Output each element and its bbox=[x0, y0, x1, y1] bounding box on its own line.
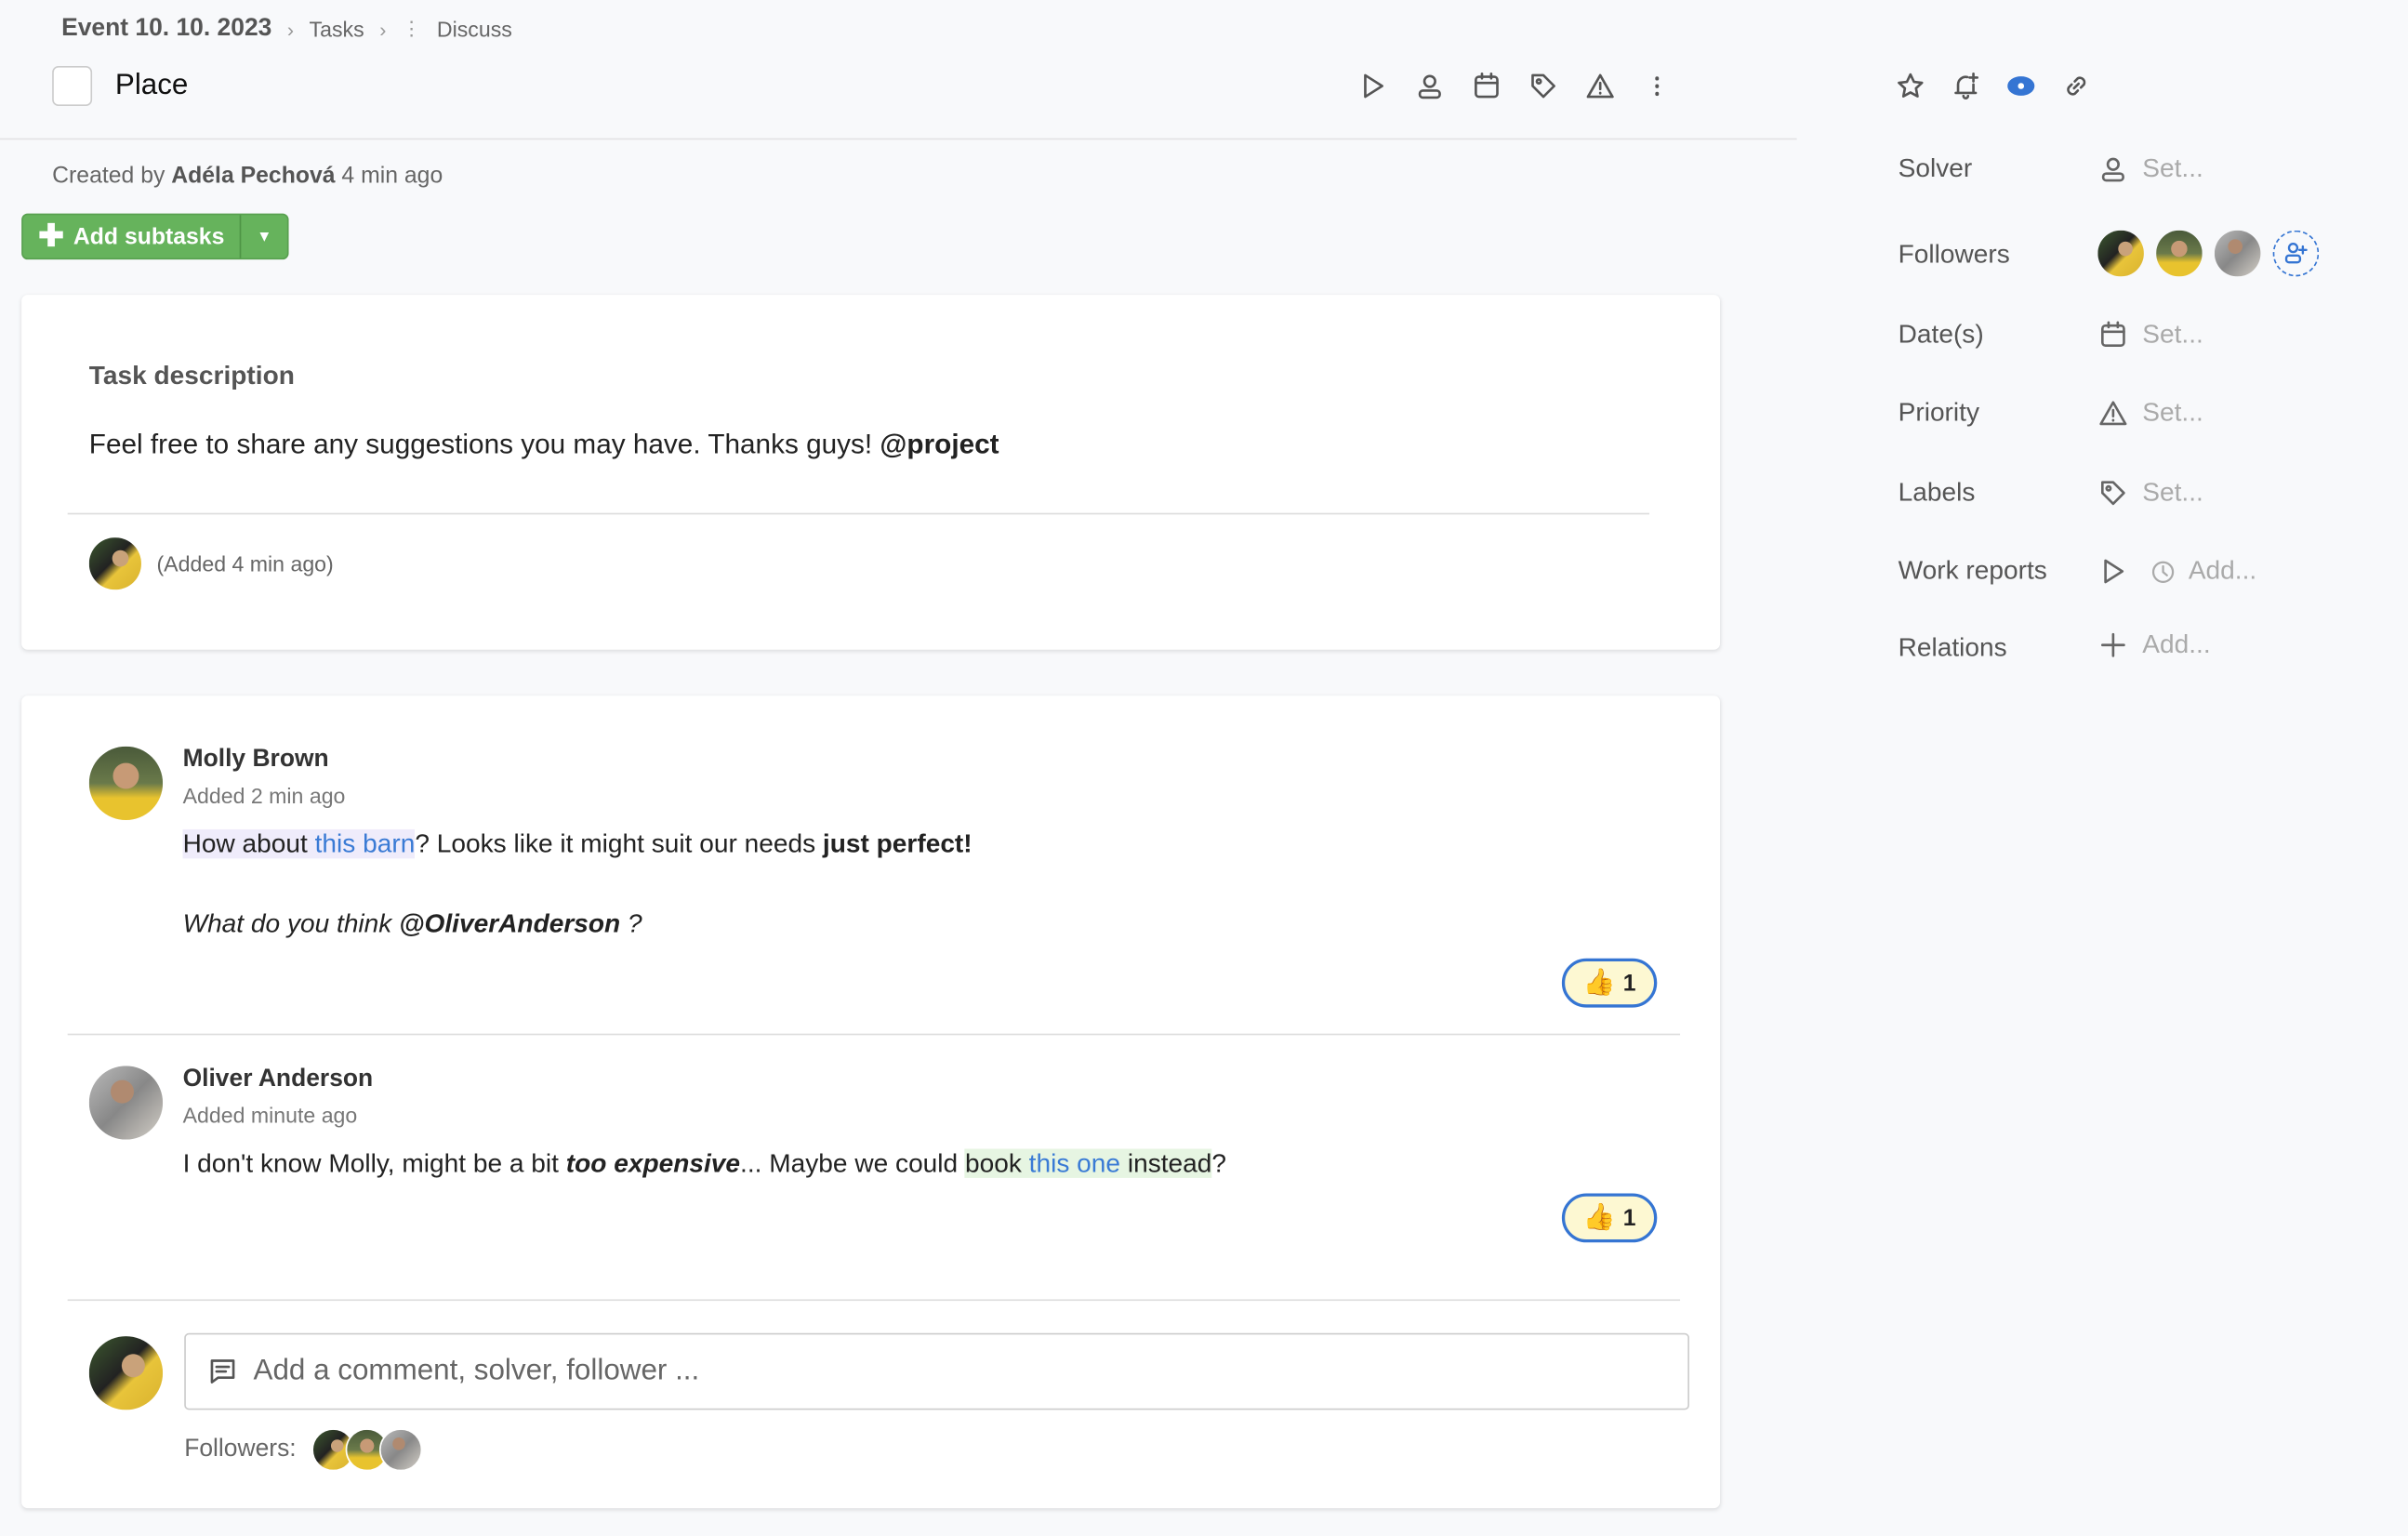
task-toolbar bbox=[1357, 71, 1673, 101]
add-subtasks-button[interactable]: ✚ Add subtasks ▼ bbox=[21, 213, 289, 260]
comment-link[interactable]: this one bbox=[1029, 1149, 1120, 1178]
comment-author: Oliver Anderson bbox=[182, 1066, 374, 1092]
user-plus-icon bbox=[2282, 240, 2310, 268]
follower-avatar[interactable] bbox=[2214, 230, 2261, 277]
user-icon[interactable] bbox=[1414, 71, 1445, 101]
tag-icon[interactable] bbox=[1528, 71, 1559, 101]
priority-set[interactable]: Set... bbox=[2097, 398, 2203, 429]
labels-label: Labels bbox=[1898, 477, 1976, 508]
user-icon bbox=[2097, 153, 2128, 184]
comment-link[interactable]: this barn bbox=[315, 829, 416, 858]
bell-plus-icon[interactable] bbox=[1951, 71, 1981, 101]
mention[interactable]: @OliverAnderson bbox=[399, 909, 620, 938]
thumbs-up-reaction[interactable]: 👍 1 bbox=[1561, 1193, 1658, 1243]
chevron-right-icon: › bbox=[286, 17, 295, 41]
dates-label: Date(s) bbox=[1898, 319, 1984, 349]
task-title[interactable]: Place bbox=[115, 69, 189, 102]
avatar bbox=[88, 537, 141, 590]
comment-icon bbox=[207, 1357, 238, 1387]
comments-card: Molly Brown Added 2 min ago How about th… bbox=[21, 695, 1721, 1509]
priority-label: Priority bbox=[1898, 397, 1980, 428]
followers-label: Followers: bbox=[184, 1436, 297, 1463]
more-vertical-icon[interactable]: ⋮ bbox=[402, 17, 421, 41]
description-heading: Task description bbox=[88, 361, 295, 391]
divider bbox=[67, 1033, 1681, 1036]
task-description-card: Task description Feel free to share any … bbox=[21, 295, 1721, 650]
play-icon[interactable] bbox=[1357, 71, 1388, 101]
eye-icon[interactable] bbox=[2005, 71, 2036, 101]
calendar-icon[interactable] bbox=[1471, 71, 1502, 101]
work-reports-label: Work reports bbox=[1898, 555, 2047, 586]
calendar-icon bbox=[2097, 320, 2128, 351]
solver-set[interactable]: Set... bbox=[2097, 153, 2203, 184]
breadcrumb-tasks[interactable]: Tasks bbox=[310, 17, 364, 41]
divider bbox=[67, 1299, 1681, 1302]
comment-body: I don't know Molly, might be a bit too e… bbox=[182, 1148, 1227, 1178]
followers-list bbox=[2097, 230, 2320, 277]
comment-time: Added 2 min ago bbox=[182, 783, 346, 808]
clock-icon bbox=[2150, 558, 2176, 584]
plus-icon bbox=[2097, 629, 2128, 660]
divider bbox=[67, 512, 1650, 515]
description-text[interactable]: Feel free to share any suggestions you m… bbox=[89, 429, 999, 461]
relations-label: Relations bbox=[1898, 632, 2007, 662]
creator-name: Adéla Pechová bbox=[171, 163, 336, 190]
work-report-add[interactable]: Add... bbox=[2150, 556, 2256, 587]
comment: Molly Brown Added 2 min ago How about th… bbox=[88, 746, 972, 940]
comment-time: Added minute ago bbox=[182, 1102, 358, 1128]
caret-down-icon[interactable]: ▼ bbox=[242, 228, 288, 245]
link-icon[interactable] bbox=[2061, 71, 2092, 101]
avatar bbox=[88, 746, 164, 821]
avatar bbox=[88, 1066, 164, 1140]
task-complete-checkbox[interactable] bbox=[52, 66, 93, 106]
labels-set[interactable]: Set... bbox=[2097, 478, 2203, 509]
description-added: (Added 4 min ago) bbox=[156, 550, 334, 576]
work-reports-row: Add... bbox=[2097, 556, 2256, 587]
play-icon[interactable] bbox=[2097, 556, 2128, 587]
thumbs-up-icon: 👍 bbox=[1582, 967, 1616, 998]
comment: Oliver Anderson Added minute ago I don't… bbox=[88, 1066, 1227, 1179]
add-follower-button[interactable] bbox=[2272, 230, 2320, 277]
task-actions bbox=[1895, 71, 2091, 101]
breadcrumb-project[interactable]: Event 10. 10. 2023 bbox=[61, 16, 271, 44]
followers-label: Followers bbox=[1898, 239, 2010, 270]
divider bbox=[0, 138, 1797, 140]
dates-set[interactable]: Set... bbox=[2097, 320, 2203, 351]
thumbs-up-icon: 👍 bbox=[1582, 1202, 1616, 1232]
thumbs-up-reaction[interactable]: 👍 1 bbox=[1561, 958, 1658, 1008]
breadcrumb: Event 10. 10. 2023 › Tasks › ⋮ Discuss bbox=[61, 16, 512, 44]
current-user-avatar bbox=[88, 1336, 164, 1410]
relations-add[interactable]: Add... bbox=[2097, 629, 2211, 660]
created-info: Created by Adéla Pechová 4 min ago bbox=[52, 163, 443, 190]
plus-icon: ✚ bbox=[38, 219, 64, 254]
solver-label: Solver bbox=[1898, 153, 1973, 183]
comment-input[interactable]: Add a comment, solver, follower ... bbox=[184, 1332, 1689, 1410]
star-icon[interactable] bbox=[1895, 71, 1925, 101]
tag-icon bbox=[2097, 478, 2128, 509]
follower-avatar[interactable] bbox=[2156, 230, 2203, 277]
warning-icon[interactable] bbox=[1585, 71, 1616, 101]
warning-icon bbox=[2097, 398, 2128, 429]
chevron-right-icon: › bbox=[379, 17, 387, 41]
follower-avatar[interactable] bbox=[2097, 230, 2144, 277]
more-vertical-icon[interactable] bbox=[1642, 71, 1673, 101]
breadcrumb-discuss[interactable]: Discuss bbox=[437, 17, 512, 41]
follower-avatar[interactable] bbox=[378, 1428, 423, 1472]
comment-body: How about this barn? Looks like it might… bbox=[182, 828, 972, 939]
comment-author: Molly Brown bbox=[182, 746, 329, 773]
